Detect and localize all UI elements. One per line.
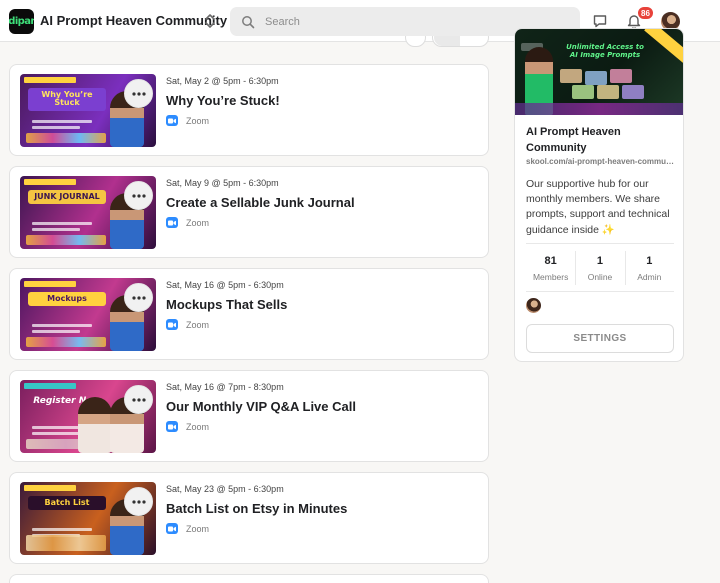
stat-value: 1 — [646, 255, 653, 267]
more-options-button[interactable] — [124, 487, 153, 516]
more-options-button[interactable] — [124, 385, 153, 414]
event-title[interactable]: Batch List on Etsy in Minutes — [166, 501, 347, 516]
notification-badge: 86 — [637, 6, 654, 20]
community-logo[interactable]: dipar — [9, 9, 34, 34]
thumbnail-text: Mockups — [28, 292, 106, 307]
event-location: Zoom — [166, 115, 209, 126]
community-title: AI Prompt Heaven Community — [526, 126, 621, 154]
event-location-label: Zoom — [186, 421, 210, 432]
event-location: Zoom — [166, 217, 209, 228]
community-name[interactable]: AI Prompt Heaven Community — [40, 13, 227, 28]
toggle-pill-right[interactable] — [432, 36, 489, 47]
cover-text: Unlimited Access to AI Image Prompts — [566, 43, 644, 60]
community-info-card: Unlimited Access to AI Image Prompts AI … — [514, 28, 684, 362]
event-card[interactable]: Why You’re Stuck Sat, May 2 @ 5pm - 6:30… — [9, 64, 489, 156]
event-card-partial[interactable] — [9, 574, 489, 583]
stat-members[interactable]: 81 Members — [526, 251, 575, 285]
event-location-label: Zoom — [186, 523, 210, 534]
event-location-label: Zoom — [186, 115, 210, 126]
event-time: Sat, May 16 @ 7pm - 8:30pm — [166, 382, 284, 392]
stat-value: 1 — [596, 255, 604, 267]
stat-label: Admin — [637, 272, 662, 282]
event-title[interactable]: Why You’re Stuck! — [166, 93, 280, 108]
more-dots-icon — [131, 295, 146, 300]
community-cover-image[interactable]: Unlimited Access to AI Image Prompts — [515, 29, 683, 115]
event-title[interactable]: Create a Sellable Junk Journal — [166, 195, 355, 210]
more-dots-icon — [131, 499, 146, 504]
stat-label: Members — [532, 272, 569, 282]
zoom-icon — [166, 523, 178, 534]
stat-value: 81 — [544, 255, 557, 267]
admin-avatar[interactable] — [526, 298, 541, 313]
zoom-icon — [166, 115, 178, 126]
event-list: Why You’re Stuck Sat, May 2 @ 5pm - 6:30… — [9, 64, 489, 583]
more-dots-icon — [131, 193, 146, 198]
search-input[interactable] — [265, 15, 565, 28]
zoom-icon — [166, 421, 178, 432]
settings-button[interactable]: SETTINGS — [526, 324, 674, 353]
zoom-icon — [166, 319, 178, 330]
event-card[interactable]: Batch List Sat, May 23 @ 5pm - 6:30pm Ba… — [9, 472, 489, 564]
event-location: Zoom — [166, 523, 209, 534]
more-options-button[interactable] — [124, 79, 153, 108]
event-location-label: Zoom — [186, 217, 210, 228]
thumbnail-text: Batch List — [28, 496, 106, 511]
more-dots-icon — [131, 397, 146, 402]
stat-admin[interactable]: 1 Admin — [624, 251, 674, 285]
event-card[interactable]: Mockups Sat, May 16 @ 5pm - 6:30pm Mocku… — [9, 268, 489, 360]
event-card[interactable]: Register Now Sat, May 16 @ 7pm - 8:30pm … — [9, 370, 489, 462]
view-toggle-controls[interactable] — [405, 36, 489, 48]
more-options-button[interactable] — [124, 283, 153, 312]
search-icon — [242, 15, 255, 28]
divider — [526, 291, 674, 292]
zoom-icon — [166, 217, 178, 228]
event-title[interactable]: Mockups That Sells — [166, 297, 287, 312]
event-location: Zoom — [166, 319, 209, 330]
event-time: Sat, May 23 @ 5pm - 6:30pm — [166, 484, 284, 494]
thumbnail-text: Why You’re Stuck — [28, 88, 106, 111]
chat-icon[interactable] — [592, 13, 608, 29]
event-time: Sat, May 2 @ 5pm - 6:30pm — [166, 76, 279, 86]
chevron-updown-icon[interactable] — [203, 12, 217, 30]
event-location: Zoom — [166, 421, 209, 432]
community-stats: 81 Members 1 Online 1 Admin — [526, 251, 674, 285]
community-url[interactable]: skool.com/ai-prompt-heaven-community — [526, 157, 676, 166]
event-title[interactable]: Our Monthly VIP Q&A Live Call — [166, 399, 356, 414]
community-description: Our supportive hub for our monthly membe… — [526, 178, 670, 236]
divider — [526, 243, 674, 244]
event-time: Sat, May 16 @ 5pm - 6:30pm — [166, 280, 284, 290]
stat-label: Online — [587, 272, 613, 282]
thumbnail-text: JUNK JOURNAL — [28, 190, 106, 205]
stat-online[interactable]: 1 Online — [575, 251, 624, 285]
more-dots-icon — [131, 91, 146, 96]
toggle-pill-left[interactable] — [405, 36, 426, 47]
more-options-button[interactable] — [124, 181, 153, 210]
event-time: Sat, May 9 @ 5pm - 6:30pm — [166, 178, 279, 188]
event-location-label: Zoom — [186, 319, 210, 330]
event-card[interactable]: JUNK JOURNAL Sat, May 9 @ 5pm - 6:30pm C… — [9, 166, 489, 258]
